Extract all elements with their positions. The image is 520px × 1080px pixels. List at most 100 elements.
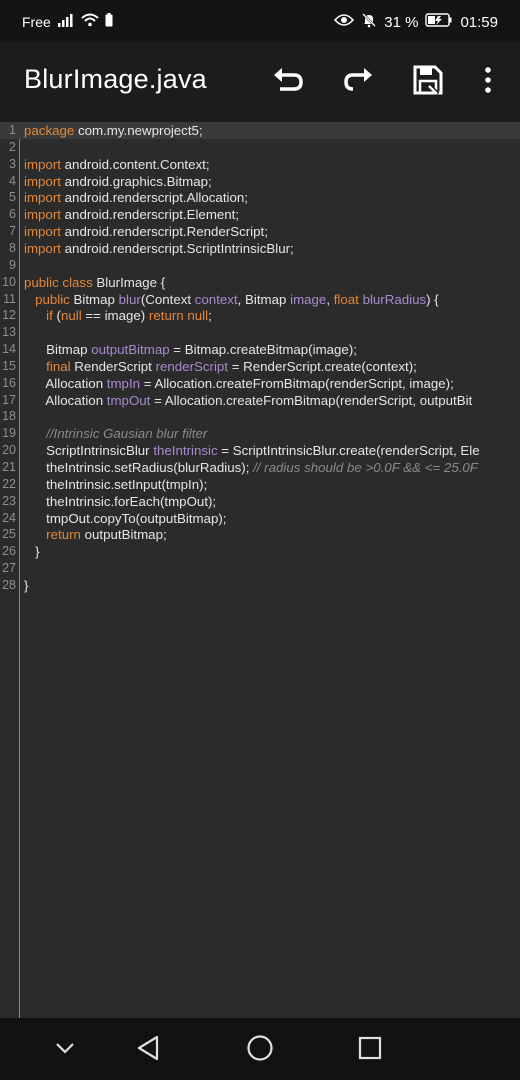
code-line[interactable]: 22 theIntrinsic.setInput(tmpIn);	[0, 476, 520, 493]
text-token: tmpOut.copyTo(outputBitmap);	[24, 510, 227, 526]
code-line[interactable]: 20 ScriptIntrinsicBlur theIntrinsic = Sc…	[0, 442, 520, 459]
status-right: 31 % 01:59	[334, 12, 498, 32]
battery-small-icon	[105, 13, 113, 30]
identifier-token: renderScript	[155, 358, 229, 374]
identifier-token: blurRadius	[362, 291, 427, 307]
back-button[interactable]	[130, 1032, 166, 1068]
clock: 01:59	[460, 13, 498, 31]
code-line[interactable]: 16 Allocation tmpIn = Allocation.createF…	[0, 375, 520, 392]
text-token: = Allocation.createFromBitmap(renderScri…	[150, 392, 473, 408]
identifier-token: tmpOut	[106, 392, 151, 408]
line-number: 12	[2, 308, 16, 323]
mute-bell-icon	[361, 12, 377, 32]
code-line[interactable]: 11 public Bitmap blur(Context context, B…	[0, 291, 520, 308]
line-number: 8	[9, 240, 16, 255]
code-line[interactable]: 9	[0, 257, 520, 274]
text-token: = ScriptIntrinsicBlur.create(renderScrip…	[217, 443, 480, 459]
code-line[interactable]: 17 Allocation tmpOut = Allocation.create…	[0, 392, 520, 409]
code-line[interactable]: 3 import android.content.Context;	[0, 156, 520, 173]
line-code: return outputBitmap;	[24, 526, 167, 543]
eye-icon	[334, 13, 355, 31]
code-line[interactable]: 14 Bitmap outputBitmap = Bitmap.createBi…	[0, 341, 520, 358]
line-number: 14	[2, 342, 16, 357]
text-token: theIntrinsic.setRadius(blurRadius);	[24, 460, 254, 475]
line-code: ScriptIntrinsicBlur theIntrinsic = Scrip…	[24, 442, 480, 459]
line-code: Allocation tmpIn = Allocation.createFrom…	[24, 375, 453, 392]
save-button[interactable]	[408, 62, 448, 102]
code-line[interactable]: 2	[0, 139, 520, 156]
keyword-token: import	[24, 156, 61, 172]
code-line[interactable]: 4 import android.graphics.Bitmap;	[0, 173, 520, 190]
code-line[interactable]: 7 import android.renderscript.RenderScrip…	[0, 223, 520, 240]
text-token: (Context	[140, 291, 195, 307]
line-number: 18	[2, 409, 16, 424]
line-number: 28	[2, 577, 16, 592]
file-title: BlurImage.java	[24, 64, 207, 94]
text-token: }	[24, 544, 40, 560]
code-line[interactable]: 28}	[0, 577, 520, 594]
more-vert-icon	[484, 66, 492, 99]
text-token: theIntrinsic.setInput(tmpIn);	[24, 476, 208, 492]
keyword-token: public class	[24, 274, 93, 290]
code-line[interactable]: 24 tmpOut.copyTo(outputBitmap);	[0, 510, 520, 527]
text-token: theIntrinsic.forEach(tmpOut);	[24, 493, 217, 509]
line-code: Allocation tmpOut = Allocation.createFro…	[24, 392, 472, 409]
code-line[interactable]: 23 theIntrinsic.forEach(tmpOut);	[0, 493, 520, 510]
text-token: , Bitmap	[237, 291, 291, 307]
save-icon	[412, 64, 444, 101]
text-token: RenderScript	[70, 358, 156, 374]
code-line[interactable]: 5 import android.renderscript.Allocation;	[0, 189, 520, 206]
code-line[interactable]: 18	[0, 408, 520, 425]
battery-percent: 31 %	[384, 13, 419, 31]
undo-button[interactable]	[268, 62, 308, 102]
code-line[interactable]: 19 //Intrinsic Gausian blur filter	[0, 425, 520, 442]
identifier-token: context	[194, 291, 238, 307]
line-code: theIntrinsic.setRadius(blurRadius); // r…	[24, 459, 478, 476]
code-line[interactable]: 27	[0, 560, 520, 577]
recents-button[interactable]	[352, 1032, 388, 1068]
status-left: Free	[22, 13, 113, 30]
text-token: ,	[326, 291, 334, 307]
line-number: 15	[2, 358, 16, 373]
undo-icon	[272, 66, 304, 99]
text-token: android.renderscript.Allocation;	[60, 190, 248, 206]
line-code: tmpOut.copyTo(outputBitmap);	[24, 510, 227, 527]
code-editor[interactable]: 1 package com.my.newproject5; 2 3 import and…	[0, 122, 520, 1018]
keyword-token: import	[24, 190, 61, 206]
code-line[interactable]: 26 }	[0, 543, 520, 560]
redo-button[interactable]	[338, 62, 378, 102]
text-token: = Bitmap.createBitmap(image);	[169, 342, 357, 358]
code-line[interactable]: 10 public class BlurImage {	[0, 274, 520, 291]
line-number: 11	[3, 291, 16, 306]
code-line[interactable]: 1 package com.my.newproject5;	[0, 122, 520, 139]
code-line[interactable]: 8 import android.renderscript.ScriptIntri…	[0, 240, 520, 257]
text-token: }	[24, 577, 29, 593]
code-line[interactable]: 21 theIntrinsic.setRadius(blurRadius); /…	[0, 459, 520, 476]
identifier-token: outputBitmap	[91, 342, 170, 358]
line-number: 2	[9, 139, 16, 154]
line-code: import android.graphics.Bitmap;	[24, 173, 212, 190]
line-number: 10	[2, 274, 16, 289]
line-code: public Bitmap blur(Context context, Bitm…	[24, 291, 439, 308]
identifier-token: blur	[118, 291, 141, 307]
keyword-token: if	[46, 308, 53, 324]
code-line[interactable]: 13	[0, 324, 520, 341]
overflow-menu-button[interactable]	[468, 62, 508, 102]
line-number: 3	[9, 156, 16, 171]
comment-token: //Intrinsic Gausian blur filter	[46, 426, 208, 442]
code-line[interactable]: 12 if (null == image) return null;	[0, 307, 520, 324]
code-line[interactable]: 25 return outputBitmap;	[0, 526, 520, 543]
identifier-token: theIntrinsic	[153, 443, 218, 459]
line-number: 22	[2, 476, 16, 491]
line-number: 23	[2, 493, 16, 508]
line-code: }	[24, 577, 28, 594]
keyword-token: import	[24, 173, 61, 189]
hide-keyboard-button[interactable]	[47, 1032, 83, 1068]
home-button[interactable]	[242, 1032, 278, 1068]
line-number: 6	[9, 207, 16, 222]
line-number: 26	[2, 544, 16, 559]
code-line[interactable]: 6 import android.renderscript.Element;	[0, 206, 520, 223]
code-line[interactable]: 15 final RenderScript renderScript = Ren…	[0, 358, 520, 375]
